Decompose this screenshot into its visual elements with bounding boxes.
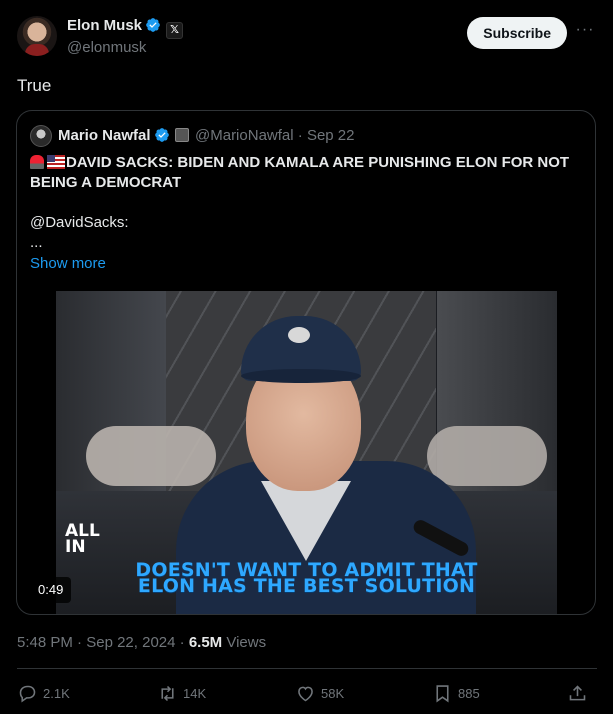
repost-count: 14K: [183, 685, 207, 701]
reply-icon: [19, 685, 36, 703]
like-button[interactable]: 58K: [295, 680, 344, 706]
quoted-name-row[interactable]: Mario Nawfal: [58, 127, 170, 144]
views-label: Views: [226, 634, 267, 651]
author-handle[interactable]: @elonmusk: [67, 39, 146, 56]
cap-logo-icon: [288, 327, 310, 343]
siren-emoji-icon: [30, 155, 44, 169]
repost-button[interactable]: 14K: [157, 680, 206, 706]
avatar[interactable]: [17, 16, 57, 56]
video-caption: DOESN'T WANT TO ADMIT THAT ELON HAS THE …: [56, 561, 557, 597]
quoted-text: DAVID SACKS: BIDEN AND KAMALA ARE PUNISH…: [30, 153, 585, 253]
video-person-cap-bill: [241, 369, 361, 383]
share-button[interactable]: [567, 680, 593, 706]
quoted-tweet[interactable]: Mario Nawfal @MarioNawfal · Sep 22 DAVID…: [16, 110, 596, 615]
bookmark-icon: [436, 684, 449, 702]
tweet-header: Elon Musk 𝕏 @elonmusk Subscribe ···: [17, 14, 597, 60]
heart-icon: [298, 686, 313, 701]
author-name-row[interactable]: Elon Musk 𝕏: [67, 17, 184, 39]
tweet-text: True: [17, 76, 52, 95]
video-pillow-right: [427, 426, 547, 486]
quoted-meta: @MarioNawfal · Sep 22: [175, 127, 354, 144]
affiliate-flair-icon: [175, 128, 189, 142]
video-player[interactable]: ALL IN DOESN'T WANT TO ADMIT THAT ELON H…: [56, 291, 557, 614]
quoted-handle[interactable]: @MarioNawfal: [195, 127, 294, 144]
x-affiliate-icon[interactable]: 𝕏: [166, 22, 184, 39]
logo-line-2: IN: [65, 537, 86, 557]
video-pillow-left: [86, 426, 216, 486]
quoted-author-name[interactable]: Mario Nawfal: [58, 127, 151, 144]
video-duration: 0:49: [30, 577, 72, 603]
tweet-meta: 5:48 PM · Sep 22, 2024 · 6.5M Views: [17, 634, 267, 651]
quoted-headline: DAVID SACKS: BIDEN AND KAMALA ARE PUNISH…: [30, 154, 570, 191]
action-bar: 2.1K 14K 58K 885: [17, 680, 597, 706]
verified-badge-icon: [154, 128, 169, 142]
truncation-ellipsis: ...: [30, 234, 43, 251]
caption-line-2: ELON HAS THE BEST SOLUTION: [137, 575, 476, 597]
reply-count: 2.1K: [43, 685, 70, 701]
all-in-logo: ALL IN: [65, 523, 100, 557]
repost-icon: [161, 685, 174, 701]
bookmark-count: 885: [458, 685, 480, 701]
reply-button[interactable]: 2.1K: [17, 680, 70, 706]
quoted-headline-row: DAVID SACKS: BIDEN AND KAMALA ARE PUNISH…: [30, 153, 585, 193]
verified-badge-icon: [146, 18, 160, 32]
views-count: 6.5M: [188, 634, 223, 651]
bookmark-button[interactable]: 885: [432, 680, 480, 706]
quoted-avatar[interactable]: [30, 125, 52, 147]
tweet-date[interactable]: Sep 22, 2024: [86, 634, 175, 651]
share-icon: [569, 684, 586, 700]
mention-link[interactable]: @DavidSacks:: [30, 213, 585, 233]
tweet-time[interactable]: 5:48 PM: [17, 634, 73, 651]
more-options-icon[interactable]: ···: [573, 20, 597, 44]
us-flag-emoji-icon: [47, 155, 65, 169]
show-more-link[interactable]: Show more: [30, 255, 106, 272]
divider: [17, 668, 597, 669]
quoted-date[interactable]: Sep 22: [307, 127, 355, 144]
like-count: 58K: [321, 685, 345, 701]
subscribe-button[interactable]: Subscribe: [467, 17, 567, 49]
author-name[interactable]: Elon Musk: [67, 17, 142, 34]
